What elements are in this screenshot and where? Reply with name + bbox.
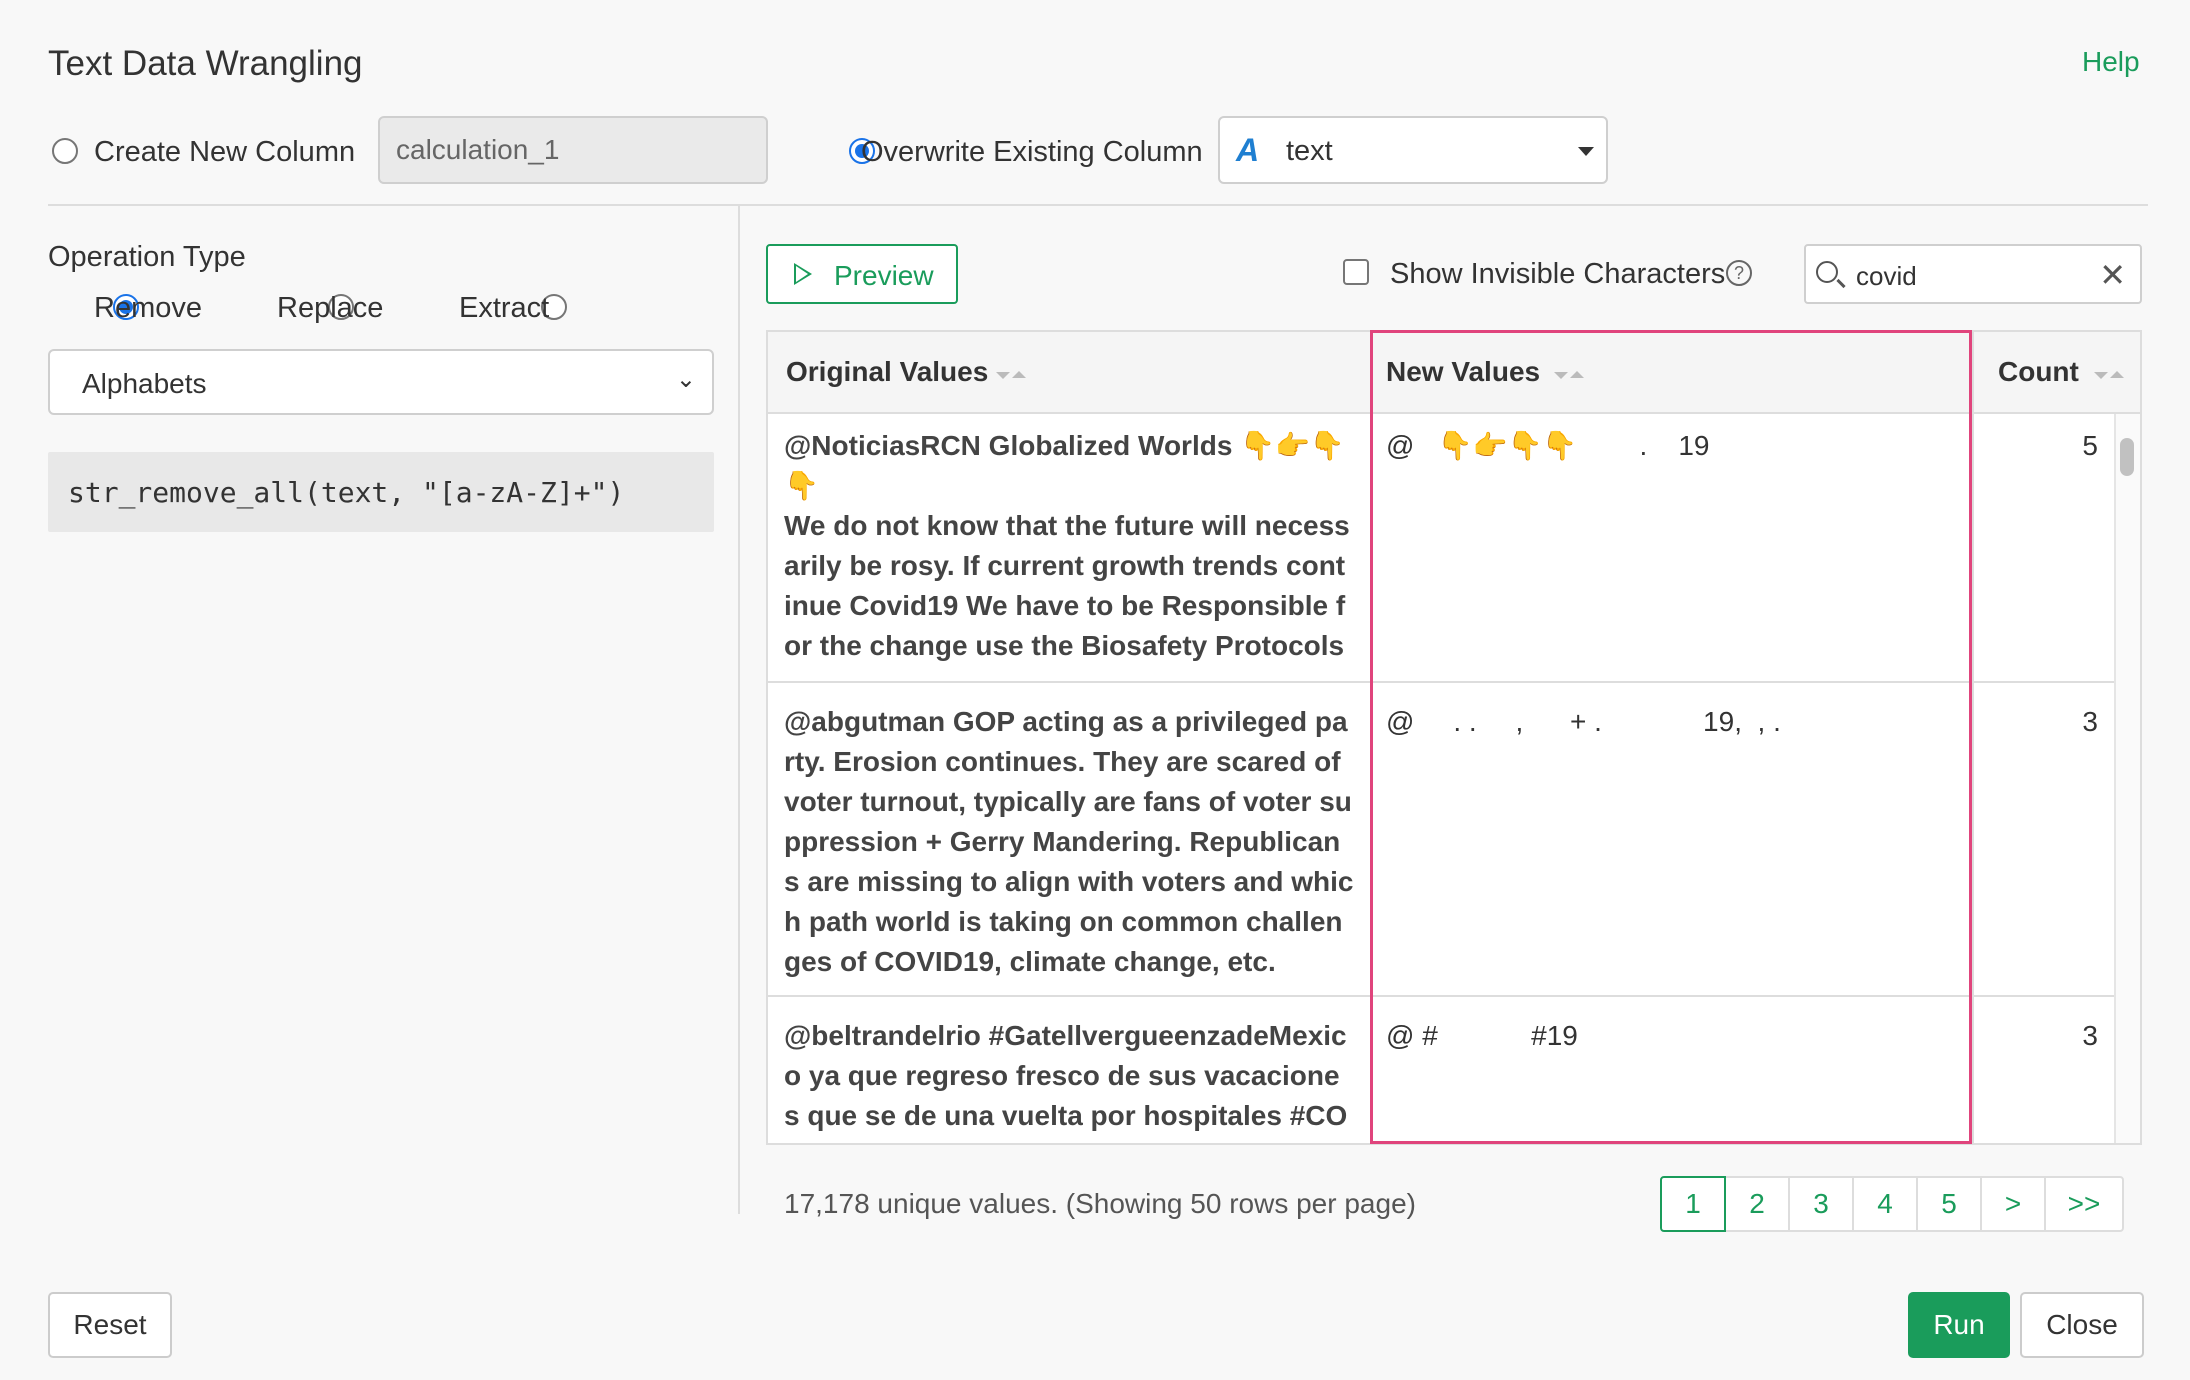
header-new-label: New Values xyxy=(1386,356,1541,387)
help-link[interactable]: Help xyxy=(2082,46,2140,78)
last-page-button[interactable]: >> xyxy=(2044,1176,2124,1232)
play-icon xyxy=(794,263,812,285)
search-icon xyxy=(1816,261,1838,283)
sort-icon[interactable] xyxy=(1554,370,1586,380)
create-new-column-label[interactable]: Create New Column xyxy=(94,136,355,169)
next-page-button[interactable]: > xyxy=(1980,1176,2046,1232)
new-column-name-input[interactable]: calculation_1 xyxy=(378,116,768,184)
column-divider xyxy=(1370,332,1372,1143)
chevron-down-icon: ⌄ xyxy=(675,366,696,393)
row-divider xyxy=(768,995,2114,997)
sort-icon[interactable] xyxy=(996,370,1028,380)
generated-code: str_remove_all(text, "[a-zA-Z]+") xyxy=(48,452,714,532)
table-row-2-original: @abgutman GOP acting as a privileged pa … xyxy=(784,706,1354,977)
header-count-label: Count xyxy=(1998,356,2079,387)
preview-button[interactable]: Preview xyxy=(766,244,958,304)
table-row-2-new: @ . . , + . 19, , . xyxy=(1386,706,1781,737)
table-row-3-new: @ # #19 xyxy=(1386,1020,1578,1051)
show-invisible-checkbox[interactable] xyxy=(1343,259,1369,285)
close-button[interactable]: Close xyxy=(2020,1292,2144,1358)
clear-search-icon[interactable]: ✕ xyxy=(2099,256,2126,294)
table-row-3-original: @beltrandelrio #GatellvergueenzadeMexic … xyxy=(784,1020,1348,1143)
search-input[interactable]: covid ✕ xyxy=(1804,244,2142,304)
page-2-button[interactable]: 2 xyxy=(1724,1176,1790,1232)
header-divider xyxy=(48,204,2148,206)
table-row-3-count: 3 xyxy=(2082,1020,2098,1051)
preview-button-label: Preview xyxy=(834,260,934,291)
caret-down-icon xyxy=(1578,147,1594,156)
operation-type-heading: Operation Type xyxy=(48,241,246,273)
remove-target-value: Alphabets xyxy=(82,368,207,399)
column-divider xyxy=(1972,332,1974,1143)
text-type-icon: A xyxy=(1236,132,1260,168)
run-button[interactable]: Run xyxy=(1908,1292,2010,1358)
replace-label[interactable]: Replace xyxy=(277,292,383,325)
page-1-button[interactable]: 1 xyxy=(1660,1176,1726,1232)
table-scrollbar[interactable] xyxy=(2114,414,2140,1143)
header-original-label: Original Values xyxy=(786,356,989,387)
table-row-1-original: @NoticiasRCN Globalized Worlds 👇👉👇 👇 We … xyxy=(784,430,1350,661)
overwrite-column-label[interactable]: Overwrite Existing Column xyxy=(861,136,1203,169)
values-table: Original Values New Values Count @Notici… xyxy=(766,330,2142,1145)
header-new-values[interactable]: New Values xyxy=(1372,332,1972,414)
extract-label[interactable]: Extract xyxy=(459,292,549,325)
code-text: str_remove_all(text, "[a-zA-Z]+") xyxy=(68,476,625,509)
dialog-title: Text Data Wrangling xyxy=(48,44,363,83)
show-invisible-label[interactable]: Show Invisible Characters xyxy=(1390,258,1725,291)
header-count[interactable]: Count xyxy=(1972,332,2140,414)
column-select-value: text xyxy=(1286,135,1333,167)
reset-button[interactable]: Reset xyxy=(48,1292,172,1358)
pagination: 1 2 3 4 5 > >> xyxy=(1660,1176,2124,1232)
panel-divider xyxy=(738,206,740,1214)
unique-values-status: 17,178 unique values. (Showing 50 rows p… xyxy=(784,1188,1416,1219)
remove-target-select[interactable]: Alphabets ⌄ xyxy=(48,349,714,415)
table-row-2-count: 3 xyxy=(2082,706,2098,737)
page-5-button[interactable]: 5 xyxy=(1916,1176,1982,1232)
page-4-button[interactable]: 4 xyxy=(1852,1176,1918,1232)
table-row-1-new: @ 👇👉👇👇 . 19 xyxy=(1386,430,1710,461)
remove-label[interactable]: Remove xyxy=(94,292,202,325)
question-icon[interactable]: ? xyxy=(1726,260,1752,286)
sort-icon[interactable] xyxy=(2094,370,2126,380)
page-3-button[interactable]: 3 xyxy=(1788,1176,1854,1232)
column-select[interactable]: A text xyxy=(1218,116,1608,184)
create-new-column-radio[interactable] xyxy=(52,138,78,164)
scrollbar-thumb[interactable] xyxy=(2120,438,2134,476)
table-row-1-count: 5 xyxy=(2082,430,2098,461)
row-divider xyxy=(768,681,2114,683)
search-input-value: covid xyxy=(1856,261,1917,291)
header-original-values[interactable]: Original Values xyxy=(768,332,1372,414)
